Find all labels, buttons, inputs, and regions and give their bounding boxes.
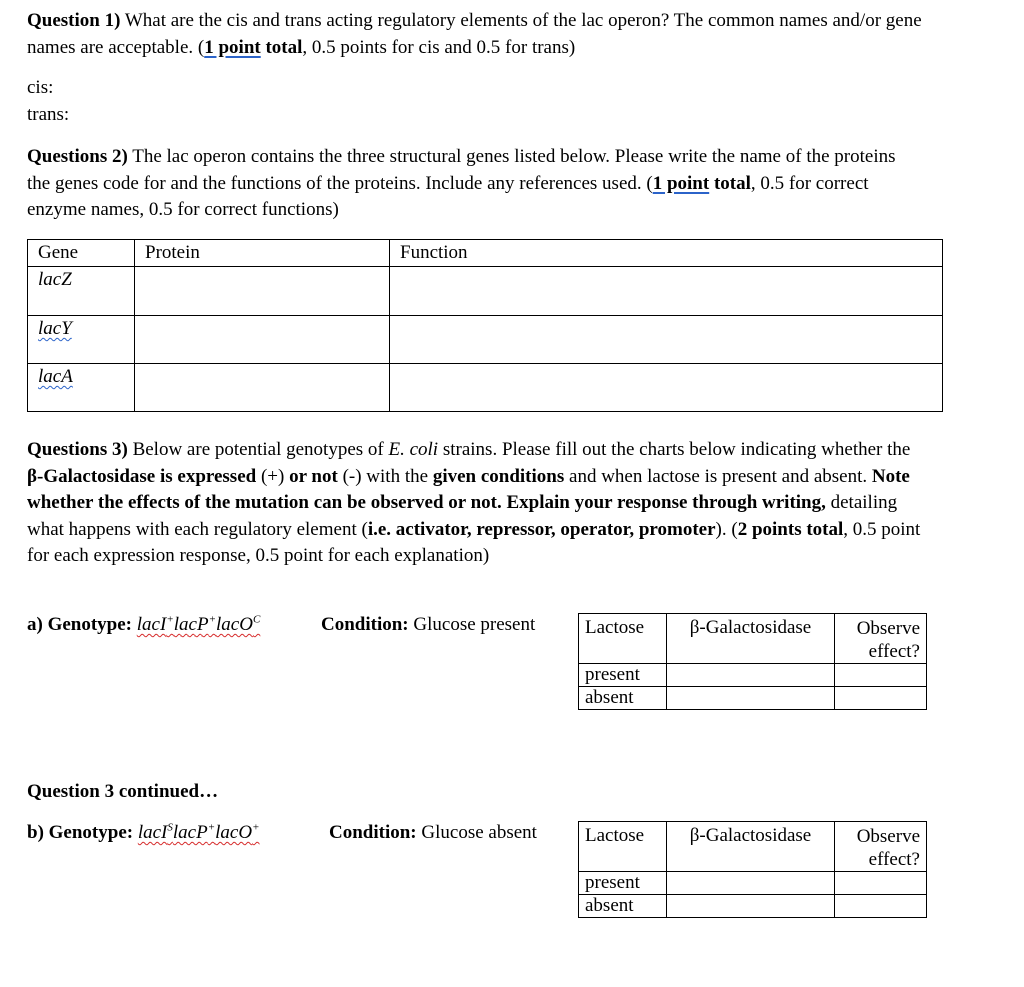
- question-1-label: Question 1): [27, 10, 121, 31]
- observe-cell[interactable]: [834, 871, 927, 895]
- part-b-genotype: b) Genotype: lacISlacP+lacO+: [27, 821, 260, 843]
- bgal-cell[interactable]: [666, 686, 835, 710]
- part-b-table: Lactose β-Galactosidase Observe effect? …: [578, 821, 927, 918]
- part-a-genotype: a) Genotype: lacI+lacP+lacOC: [27, 613, 261, 635]
- header-observe: Observe effect?: [834, 821, 927, 872]
- header-bgal: β-Galactosidase: [666, 613, 835, 664]
- cis-label: cis:: [27, 77, 54, 98]
- table-header-row: Lactose β-Galactosidase Observe effect?: [578, 613, 927, 664]
- gene-cell: lacZ: [27, 266, 135, 316]
- lactose-cell: present: [578, 871, 667, 895]
- question-3-continued: Question 3 continued…: [27, 781, 219, 802]
- part-a-table: Lactose β-Galactosidase Observe effect? …: [578, 613, 927, 710]
- observe-cell[interactable]: [834, 686, 927, 710]
- observe-cell[interactable]: [834, 663, 927, 687]
- header-gene: Gene: [27, 239, 135, 267]
- bgal-cell[interactable]: [666, 871, 835, 895]
- protein-cell[interactable]: [134, 266, 390, 316]
- gene-protein-table: Gene Protein Function lacZ lacY lacA: [27, 239, 943, 412]
- lactose-cell: absent: [578, 686, 667, 710]
- function-cell[interactable]: [389, 363, 943, 412]
- part-a-condition: Condition: Glucose present: [321, 614, 536, 635]
- header-lactose: Lactose: [578, 821, 667, 872]
- header-protein: Protein: [134, 239, 390, 267]
- question-2-text: Questions 2) The lac operon contains the…: [27, 146, 896, 220]
- bgal-cell[interactable]: [666, 894, 835, 918]
- table-row: lacZ: [27, 266, 943, 316]
- header-bgal: β-Galactosidase: [666, 821, 835, 872]
- table-header-row: Lactose β-Galactosidase Observe effect?: [578, 821, 927, 872]
- table-header-row: Gene Protein Function: [27, 239, 943, 267]
- observe-cell[interactable]: [834, 894, 927, 918]
- table-row: present: [578, 663, 927, 687]
- table-row: absent: [578, 686, 927, 710]
- header-function: Function: [389, 239, 943, 267]
- header-observe: Observe effect?: [834, 613, 927, 664]
- table-row: lacY: [27, 315, 943, 364]
- bgal-cell[interactable]: [666, 663, 835, 687]
- question-2-label: Questions 2): [27, 146, 128, 167]
- protein-cell[interactable]: [134, 315, 390, 364]
- table-row: present: [578, 871, 927, 895]
- lactose-cell: present: [578, 663, 667, 687]
- table-row: absent: [578, 894, 927, 918]
- function-cell[interactable]: [389, 266, 943, 316]
- lactose-cell: absent: [578, 894, 667, 918]
- gene-cell: lacY: [27, 315, 135, 364]
- function-cell[interactable]: [389, 315, 943, 364]
- question-3-text: Questions 3) Below are potential genotyp…: [27, 439, 921, 566]
- protein-cell[interactable]: [134, 363, 390, 412]
- question-1-text: Question 1) What are the cis and trans a…: [27, 10, 922, 58]
- table-row: lacA: [27, 363, 943, 412]
- gene-cell: lacA: [27, 363, 135, 412]
- header-lactose: Lactose: [578, 613, 667, 664]
- trans-label: trans:: [27, 104, 70, 125]
- part-b-condition: Condition: Glucose absent: [329, 822, 537, 843]
- question-3-label: Questions 3): [27, 439, 128, 460]
